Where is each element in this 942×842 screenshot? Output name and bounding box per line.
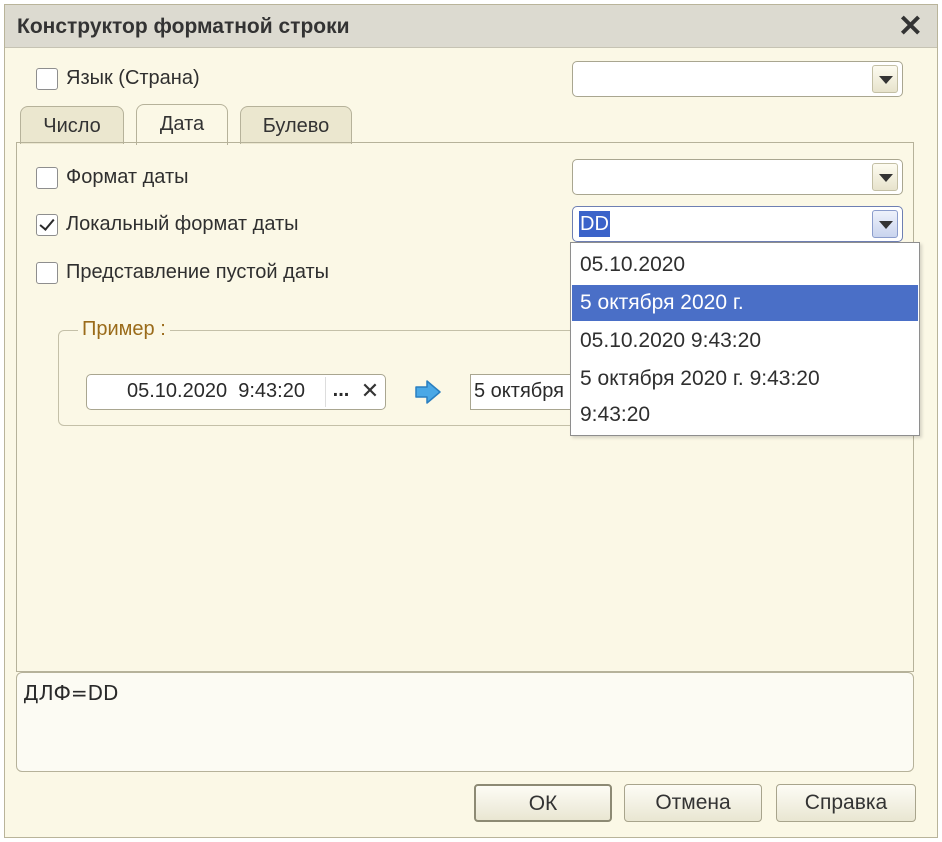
chevron-down-icon[interactable] bbox=[872, 210, 898, 238]
title-bar: Конструктор форматной строки ✕ bbox=[5, 5, 937, 48]
local-date-format-label: Локальный формат даты bbox=[66, 213, 299, 235]
tab-boolean[interactable]: Булево bbox=[240, 106, 352, 144]
ok-button[interactable]: ОК bbox=[474, 784, 612, 822]
format-string-textarea[interactable]: ДЛФ=DD bbox=[16, 672, 914, 772]
dropdown-option[interactable]: 5 октября 2020 г. 9:43:20 bbox=[572, 361, 918, 397]
empty-date-checkbox[interactable] bbox=[36, 262, 58, 284]
close-icon[interactable]: ✕ bbox=[898, 9, 923, 44]
dialog-title: Конструктор форматной строки bbox=[17, 15, 350, 38]
example-date-input[interactable]: 05.10.2020 9:43:20 ... ✕ bbox=[86, 374, 386, 410]
dropdown-option-selected[interactable]: 5 октября 2020 г. bbox=[572, 285, 918, 321]
local-date-format-checkbox[interactable] bbox=[36, 214, 58, 236]
chevron-down-icon[interactable] bbox=[872, 163, 898, 191]
dropdown-option[interactable]: 9:43:20 bbox=[572, 397, 918, 433]
local-date-format-value: DD bbox=[579, 211, 610, 237]
dropdown-option[interactable]: 05.10.2020 9:43:20 bbox=[572, 323, 918, 359]
tab-number[interactable]: Число bbox=[20, 106, 124, 144]
local-date-format-dropdown: 05.10.2020 5 октября 2020 г. 05.10.2020 … bbox=[570, 242, 920, 436]
date-format-select[interactable] bbox=[572, 159, 903, 195]
choose-button[interactable]: ... bbox=[325, 377, 356, 407]
local-date-format-select[interactable]: DD bbox=[572, 206, 903, 242]
language-checkbox[interactable] bbox=[36, 68, 58, 90]
arrow-right-icon bbox=[415, 380, 441, 404]
help-button[interactable]: Справка bbox=[776, 784, 916, 822]
cancel-button[interactable]: Отмена bbox=[624, 784, 762, 822]
dropdown-option[interactable]: 05.10.2020 bbox=[572, 247, 918, 283]
date-format-checkbox[interactable] bbox=[36, 167, 58, 189]
empty-date-label: Представление пустой даты bbox=[66, 261, 330, 283]
chevron-down-icon[interactable] bbox=[872, 65, 898, 93]
example-date-value: 05.10.2020 9:43:20 bbox=[127, 380, 305, 402]
format-string-value: ДЛФ=DD bbox=[23, 681, 119, 705]
language-select[interactable] bbox=[572, 61, 903, 97]
example-group-title: Пример : bbox=[78, 318, 170, 341]
clear-icon[interactable]: ✕ bbox=[357, 377, 383, 407]
language-label: Язык (Страна) bbox=[66, 67, 200, 89]
tab-date[interactable]: Дата bbox=[136, 104, 228, 145]
date-format-label: Формат даты bbox=[66, 166, 189, 188]
